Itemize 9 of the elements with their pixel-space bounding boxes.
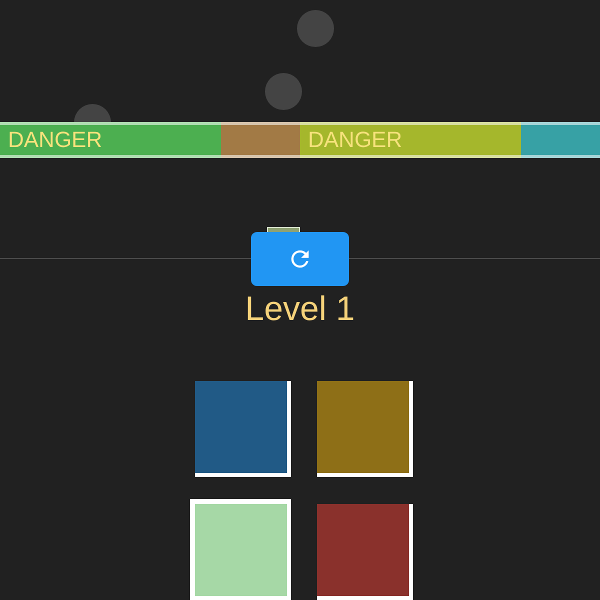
color-tile[interactable] <box>195 381 291 477</box>
color-tile[interactable] <box>317 381 413 477</box>
bubble <box>297 10 334 47</box>
danger-label: DANGER <box>8 127 102 153</box>
bubble <box>265 73 302 110</box>
color-tile[interactable] <box>317 504 413 600</box>
level-title: Level 1 <box>245 290 355 329</box>
danger-label: DANGER <box>308 127 402 153</box>
color-tile[interactable] <box>190 499 291 600</box>
